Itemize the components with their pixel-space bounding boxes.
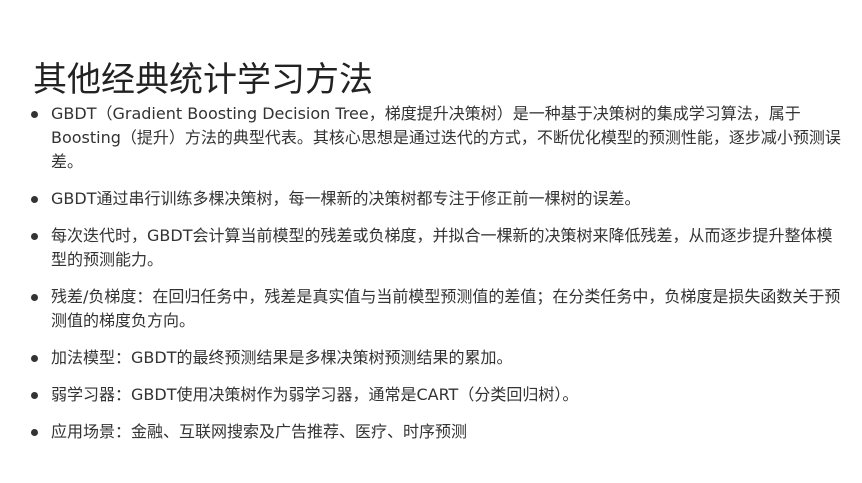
bullet-dot-icon [31, 392, 38, 399]
bullet-dot-icon [31, 111, 38, 118]
slide: 其他经典统计学习方法 GBDT（Gradient Boosting Decisi… [0, 0, 862, 483]
bullet-item: GBDT（Gradient Boosting Decision Tree，梯度提… [31, 102, 843, 174]
bullet-list: GBDT（Gradient Boosting Decision Tree，梯度提… [31, 102, 843, 457]
bullet-dot-icon [31, 196, 38, 203]
bullet-item: GBDT通过串行训练多棵决策树，每一棵新的决策树都专注于修正前一棵树的误差。 [31, 187, 843, 211]
bullet-item: 弱学习器：GBDT使用决策树作为弱学习器，通常是CART（分类回归树）。 [31, 383, 843, 407]
bullet-text: GBDT通过串行训练多棵决策树，每一棵新的决策树都专注于修正前一棵树的误差。 [51, 189, 641, 208]
bullet-item: 应用场景：金融、互联网搜索及广告推荐、医疗、时序预测 [31, 420, 843, 444]
bullet-text: 弱学习器：GBDT使用决策树作为弱学习器，通常是CART（分类回归树）。 [51, 385, 579, 404]
bullet-text: 应用场景：金融、互联网搜索及广告推荐、医疗、时序预测 [51, 422, 468, 441]
bullet-text: 残差/负梯度：在回归任务中，残差是真实值与当前模型预测值的差值；在分类任务中，负… [51, 287, 841, 330]
bullet-dot-icon [31, 355, 38, 362]
bullet-dot-icon [31, 294, 38, 301]
bullet-text: 加法模型：GBDT的最终预测结果是多棵决策树预测结果的累加。 [51, 348, 513, 367]
bullet-dot-icon [31, 233, 38, 240]
bullet-text: 每次迭代时，GBDT会计算当前模型的残差或负梯度，并拟合一棵新的决策树来降低残差… [51, 226, 833, 269]
bullet-item: 加法模型：GBDT的最终预测结果是多棵决策树预测结果的累加。 [31, 346, 843, 370]
bullet-text: GBDT（Gradient Boosting Decision Tree，梯度提… [51, 104, 841, 171]
bullet-item: 每次迭代时，GBDT会计算当前模型的残差或负梯度，并拟合一棵新的决策树来降低残差… [31, 224, 843, 272]
bullet-dot-icon [31, 429, 38, 436]
slide-title: 其他经典统计学习方法 [33, 59, 373, 100]
bullet-item: 残差/负梯度：在回归任务中，残差是真实值与当前模型预测值的差值；在分类任务中，负… [31, 285, 843, 333]
